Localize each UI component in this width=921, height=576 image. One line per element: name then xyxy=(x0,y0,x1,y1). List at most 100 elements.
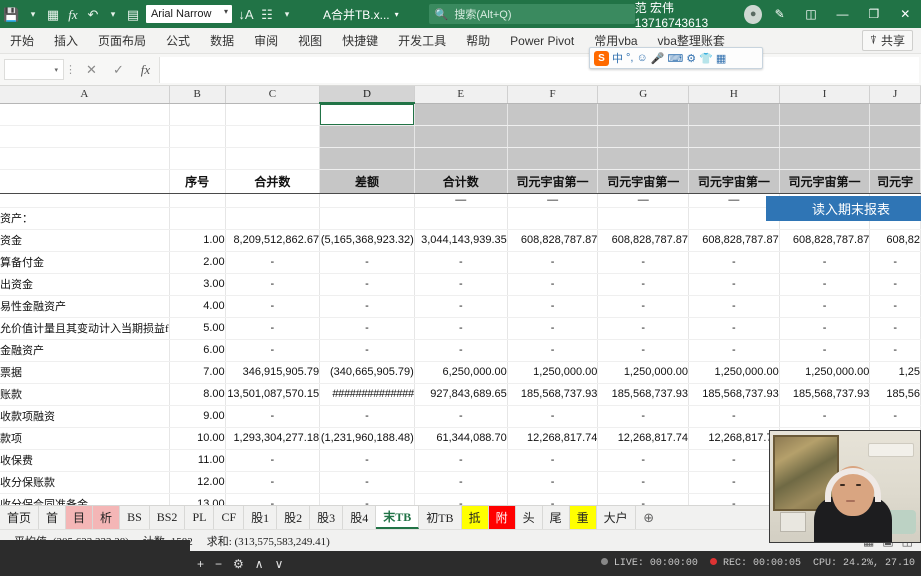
cell[interactable]: - xyxy=(779,273,871,296)
cell[interactable]: 13,501,087,570.15 xyxy=(225,383,321,406)
cell[interactable] xyxy=(414,147,508,170)
column-header-J[interactable]: J xyxy=(869,86,921,104)
cell[interactable]: 185,568,737.93 xyxy=(688,383,780,406)
cell[interactable]: - xyxy=(869,317,921,340)
sheet-tab-析[interactable]: 析 xyxy=(93,506,121,529)
ime-apps-icon[interactable]: ▦ xyxy=(716,52,726,65)
save-icon[interactable]: 💾 xyxy=(0,0,23,28)
cell[interactable]: 3.00 xyxy=(169,273,226,296)
cell[interactable]: - xyxy=(225,471,321,494)
cell[interactable]: - xyxy=(507,339,599,362)
cell[interactable]: - xyxy=(507,251,599,274)
sheet-tab-目[interactable]: 目 xyxy=(66,506,94,529)
cell[interactable]: - xyxy=(779,251,871,274)
cell[interactable]: 款项 xyxy=(0,427,170,450)
obs-add-source-icon[interactable]: + xyxy=(197,557,204,571)
cell[interactable] xyxy=(0,147,170,170)
cell[interactable]: - xyxy=(319,273,415,296)
cell[interactable] xyxy=(319,193,415,208)
cell[interactable]: - xyxy=(507,295,599,318)
cell[interactable]: 185,568,737.93 xyxy=(597,383,690,406)
cell[interactable]: - xyxy=(319,295,415,318)
cell[interactable]: — xyxy=(507,193,599,208)
ime-microphone-icon[interactable]: 🎤 xyxy=(651,52,665,65)
cell[interactable] xyxy=(414,125,508,148)
ime-punctuation-icon[interactable]: °, xyxy=(626,52,633,64)
cell[interactable]: ############## xyxy=(319,383,415,406)
cell[interactable]: 346,915,905.79 xyxy=(225,361,321,384)
obs-remove-source-icon[interactable]: − xyxy=(215,557,222,571)
cell[interactable] xyxy=(225,125,321,148)
cell[interactable]: - xyxy=(507,317,599,340)
cell[interactable] xyxy=(869,125,921,148)
ime-skin-icon[interactable]: 👕 xyxy=(699,52,713,65)
sheet-tab-PL[interactable]: PL xyxy=(185,506,215,529)
cell[interactable]: 8,209,512,862.67 xyxy=(225,229,321,252)
cell[interactable]: 司元宇宙第一 xyxy=(688,169,780,194)
cell[interactable] xyxy=(688,103,780,126)
cell[interactable]: - xyxy=(688,273,780,296)
fx-icon[interactable]: fx xyxy=(63,0,83,28)
sheet-tab-末TB[interactable]: 末TB xyxy=(376,506,420,529)
cell[interactable]: - xyxy=(869,273,921,296)
cell[interactable]: (1,231,960,188.48) xyxy=(319,427,415,450)
formula-input[interactable] xyxy=(159,56,919,83)
maximize-button[interactable]: ❐ xyxy=(858,0,889,28)
obs-move-down-icon[interactable]: ∨ xyxy=(275,557,284,571)
cell[interactable] xyxy=(169,147,226,170)
cell[interactable]: - xyxy=(688,251,780,274)
cell[interactable] xyxy=(319,125,415,148)
cell[interactable]: - xyxy=(414,295,508,318)
cell[interactable]: 608,828,787.87 xyxy=(597,229,690,252)
cell[interactable]: - xyxy=(414,449,508,472)
grid-icon[interactable]: ▦ xyxy=(43,0,63,28)
sheet-tab-股3[interactable]: 股3 xyxy=(310,506,344,529)
more-commands-icon[interactable]: ▾ xyxy=(277,0,297,28)
name-box[interactable] xyxy=(4,59,64,80)
cell[interactable]: - xyxy=(597,493,690,505)
cell[interactable]: - xyxy=(597,251,690,274)
confirm-formula-icon[interactable]: ✓ xyxy=(105,57,132,83)
ime-toolbox-icon[interactable]: ⚙ xyxy=(686,52,696,65)
cell[interactable]: — xyxy=(597,193,690,208)
minimize-button[interactable]: — xyxy=(827,0,858,28)
cell[interactable]: 185,568,737.93 xyxy=(779,383,871,406)
ribbon-tab-3[interactable]: 公式 xyxy=(156,28,200,54)
cell[interactable]: 司元宇宙第一 xyxy=(597,169,690,194)
cell[interactable]: 3,044,143,939.35 xyxy=(414,229,508,252)
cell[interactable]: - xyxy=(507,493,599,505)
cell[interactable] xyxy=(597,207,690,230)
sheet-tab-股1[interactable]: 股1 xyxy=(244,506,278,529)
cell[interactable] xyxy=(507,103,599,126)
cell[interactable]: (5,165,368,923.32) xyxy=(319,229,415,252)
cell[interactable]: 1,250,000.00 xyxy=(507,361,599,384)
cell[interactable]: - xyxy=(414,317,508,340)
ribbon-tab-6[interactable]: 视图 xyxy=(288,28,332,54)
cell[interactable]: - xyxy=(319,339,415,362)
cell[interactable]: 608,828,787.87 xyxy=(779,229,871,252)
ribbon-tab-9[interactable]: 帮助 xyxy=(456,28,500,54)
cell[interactable]: 608,828,787.87 xyxy=(507,229,599,252)
cell[interactable] xyxy=(597,147,690,170)
cell[interactable]: 12,268,817.74 xyxy=(507,427,599,450)
column-header-A[interactable]: A xyxy=(0,86,170,104)
ribbon-options-icon[interactable]: ◫ xyxy=(795,0,826,28)
cell[interactable] xyxy=(779,147,871,170)
column-header-E[interactable]: E xyxy=(414,86,508,104)
cell[interactable]: 收保费 xyxy=(0,449,170,472)
cell[interactable]: 185,56 xyxy=(869,383,921,406)
sheet-tab-股4[interactable]: 股4 xyxy=(343,506,377,529)
sheet-tab-首[interactable]: 首 xyxy=(39,506,67,529)
ribbon-tab-8[interactable]: 开发工具 xyxy=(388,28,456,54)
cell[interactable] xyxy=(169,103,226,126)
cell[interactable]: - xyxy=(414,339,508,362)
cell[interactable]: 11.00 xyxy=(169,449,226,472)
cell[interactable] xyxy=(779,125,871,148)
cell[interactable]: - xyxy=(507,449,599,472)
cell[interactable]: - xyxy=(779,295,871,318)
pen-icon[interactable]: ✎ xyxy=(764,0,795,28)
cell[interactable]: - xyxy=(779,405,871,428)
ribbon-tab-4[interactable]: 数据 xyxy=(200,28,244,54)
cell[interactable]: 合并数 xyxy=(225,169,321,194)
sheet-tab-BS[interactable]: BS xyxy=(120,506,150,529)
